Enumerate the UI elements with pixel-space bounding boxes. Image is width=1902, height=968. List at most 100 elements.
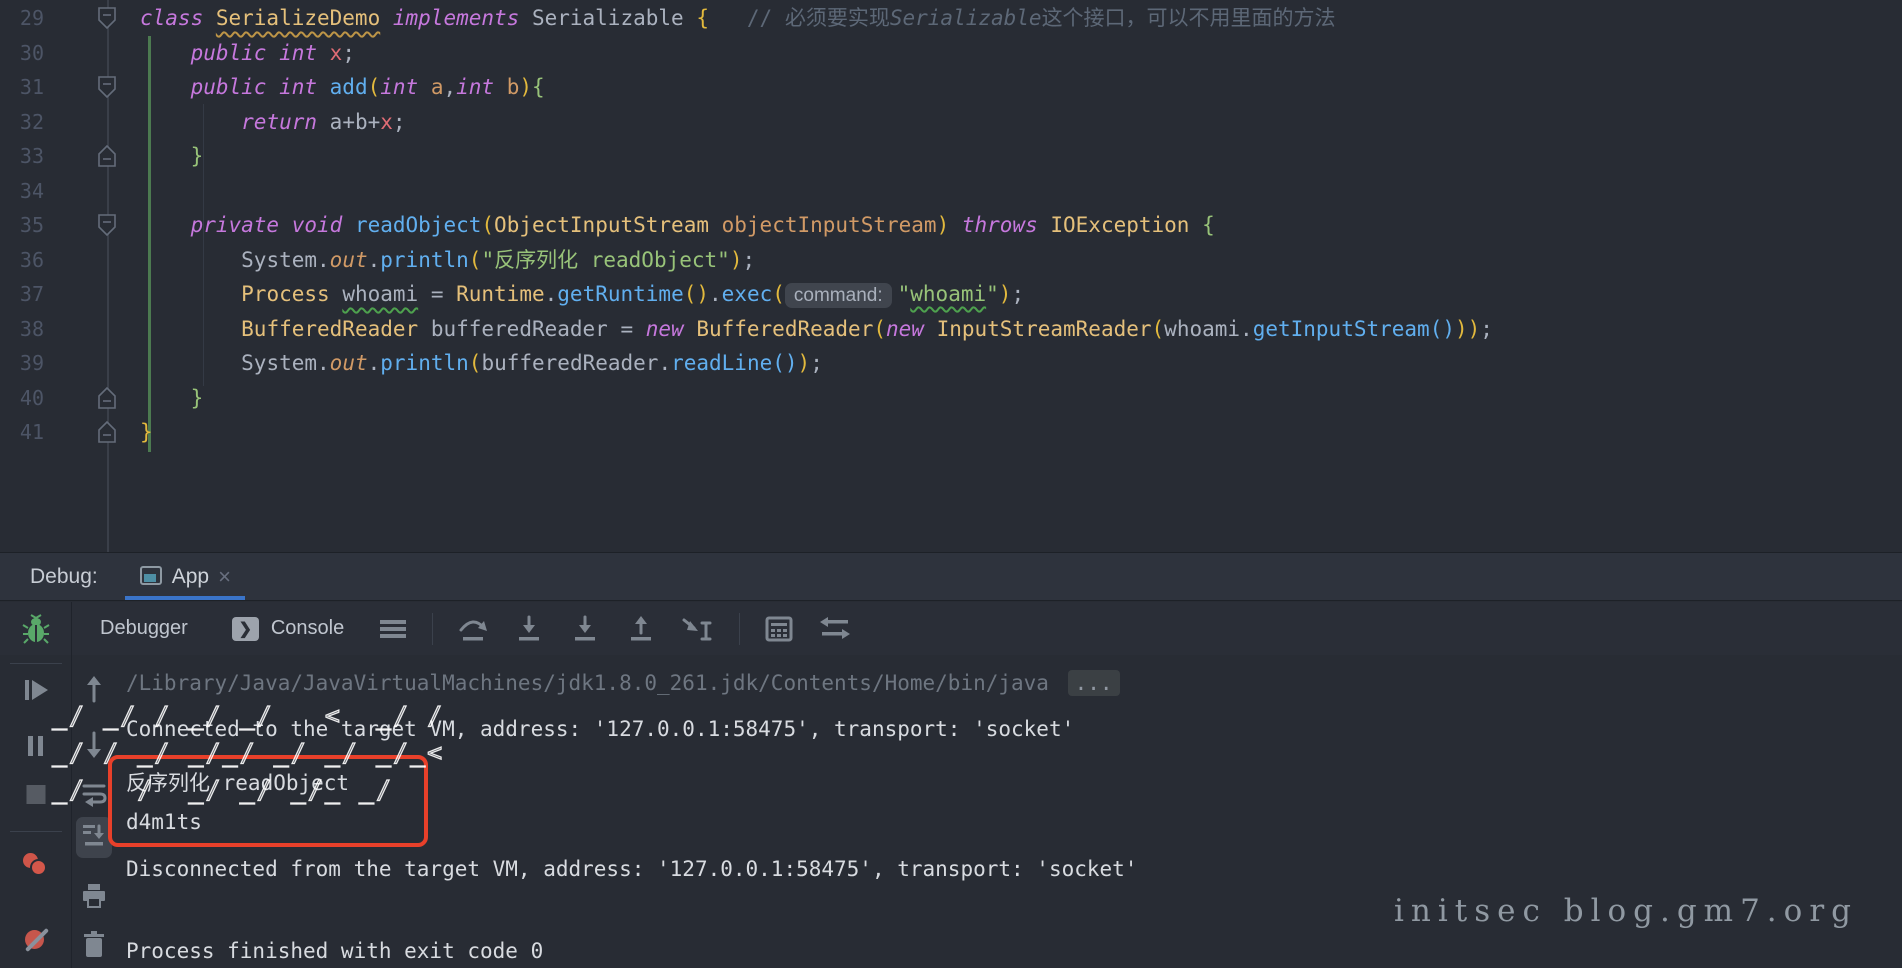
console-line-deserialize: 反序列化 readObject	[126, 767, 349, 797]
code-text: }	[140, 415, 153, 450]
pause-program-icon[interactable]	[24, 733, 48, 759]
soft-wrap-icon[interactable]	[80, 781, 108, 807]
line-number[interactable]: 38	[0, 312, 50, 347]
line-number[interactable]: 41	[0, 415, 50, 450]
tab-console-label: Console	[271, 617, 344, 640]
evaluate-expression-icon[interactable]	[764, 615, 794, 643]
debug-bug-icon	[22, 614, 50, 644]
code-line[interactable]: 37 Process whoami = Runtime.getRuntime()…	[0, 277, 1902, 312]
code-text: BufferedReader bufferedReader = new Buff…	[140, 312, 1493, 347]
fold-gutter	[50, 1, 128, 36]
line-number[interactable]: 35	[0, 208, 50, 243]
line-number[interactable]: 40	[0, 381, 50, 416]
clear-console-icon[interactable]	[82, 931, 106, 959]
scroll-to-end-icon[interactable]	[76, 817, 112, 858]
trace-settings-icon[interactable]	[818, 616, 852, 642]
debugger-controls-strip	[0, 655, 72, 968]
fold-gutter	[50, 105, 128, 140]
code-text: return a+b+x;	[140, 105, 406, 140]
code-editor[interactable]: 29 class SerializeDemo implements Serial…	[0, 0, 1902, 552]
fold-marker-icon[interactable]	[98, 387, 116, 409]
down-stack-icon[interactable]	[82, 731, 106, 759]
line-number[interactable]: 31	[0, 70, 50, 105]
fold-gutter	[50, 415, 128, 450]
separator	[432, 613, 433, 645]
console-line-disconnected: Disconnected from the target VM, address…	[126, 857, 1137, 881]
fold-gutter	[50, 36, 128, 71]
debug-panel-header: Debug: App ×	[0, 552, 1902, 601]
code-line[interactable]: 30 public int x;	[0, 36, 1902, 71]
fold-marker-icon[interactable]	[98, 145, 116, 167]
code-line[interactable]: 35 private void readObject(ObjectInputSt…	[0, 208, 1902, 243]
code-line[interactable]: 41 }	[0, 415, 1902, 450]
line-number[interactable]: 37	[0, 277, 50, 312]
code-text: public int add(int a,int b){	[140, 70, 545, 105]
separator	[10, 663, 62, 664]
console-line-whoami-result: d4m1ts	[126, 810, 202, 834]
code-line[interactable]: 31 public int add(int a,int b){	[0, 70, 1902, 105]
force-step-into-icon[interactable]	[569, 615, 601, 643]
layout-options-icon[interactable]	[378, 618, 408, 640]
code-text: class SerializeDemo implements Serializa…	[140, 1, 1336, 36]
debug-label: Debug:	[30, 565, 98, 589]
fold-marker-icon[interactable]	[98, 214, 116, 236]
debug-toolbar: Debugger ❯ Console	[0, 602, 1902, 655]
inline-parameter-hint: command:	[785, 283, 892, 308]
step-out-icon[interactable]	[625, 615, 657, 643]
fold-gutter	[50, 70, 128, 105]
close-icon[interactable]: ×	[218, 566, 231, 588]
line-number[interactable]: 33	[0, 139, 50, 174]
fold-gutter	[50, 381, 128, 416]
tab-app[interactable]: App ×	[125, 553, 245, 600]
mute-breakpoints-icon[interactable]	[23, 927, 49, 953]
separator	[10, 831, 62, 832]
terminal-icon: ❯	[232, 617, 259, 641]
line-number[interactable]: 32	[0, 105, 50, 140]
tab-debugger[interactable]: Debugger	[100, 602, 188, 655]
up-stack-icon[interactable]	[82, 675, 106, 703]
tab-app-label: App	[172, 565, 209, 589]
code-line[interactable]: 33 }	[0, 139, 1902, 174]
fold-gutter	[50, 243, 128, 278]
code-text: }	[140, 381, 203, 416]
run-to-cursor-icon[interactable]	[681, 615, 715, 643]
view-breakpoints-icon[interactable]	[23, 853, 49, 877]
tab-debugger-label: Debugger	[100, 617, 188, 640]
fold-gutter	[50, 208, 128, 243]
fold-marker-icon[interactable]	[98, 421, 116, 443]
step-into-icon[interactable]	[513, 615, 545, 643]
code-line[interactable]: 32 return a+b+x;	[0, 105, 1902, 140]
code-line[interactable]: 38 BufferedReader bufferedReader = new B…	[0, 312, 1902, 347]
fold-gutter	[50, 277, 128, 312]
code-lines: 29 class SerializeDemo implements Serial…	[0, 1, 1902, 450]
code-line[interactable]: 36 System.out.println("反序列化 readObject")…	[0, 243, 1902, 278]
code-line[interactable]: 29 class SerializeDemo implements Serial…	[0, 1, 1902, 36]
step-over-icon[interactable]	[457, 615, 489, 643]
print-icon[interactable]	[80, 883, 108, 909]
line-number[interactable]: 30	[0, 36, 50, 71]
line-number[interactable]: 39	[0, 346, 50, 381]
code-line[interactable]: 34	[0, 174, 1902, 209]
fold-gutter	[50, 174, 128, 209]
fold-gutter	[50, 139, 128, 174]
separator	[739, 613, 740, 645]
resume-program-icon[interactable]	[22, 677, 50, 703]
line-number[interactable]: 36	[0, 243, 50, 278]
ide-window: 29 class SerializeDemo implements Serial…	[0, 0, 1902, 968]
code-line[interactable]: 40 }	[0, 381, 1902, 416]
code-text: System.out.println(bufferedReader.readLi…	[140, 346, 823, 381]
stop-icon[interactable]	[26, 785, 45, 804]
fold-marker-icon[interactable]	[98, 7, 116, 29]
code-line[interactable]: 39 System.out.println(bufferedReader.rea…	[0, 346, 1902, 381]
console-line-java-path: /Library/Java/JavaVirtualMachines/jdk1.8…	[126, 671, 1120, 695]
console-output[interactable]: /Library/Java/JavaVirtualMachines/jdk1.8…	[116, 655, 1616, 968]
fold-marker-icon[interactable]	[98, 76, 116, 98]
console-line-connected: Connected to the target VM, address: '12…	[126, 717, 1074, 741]
code-text: public int x;	[140, 36, 355, 71]
line-number[interactable]: 29	[0, 1, 50, 36]
line-number[interactable]: 34	[0, 174, 50, 209]
code-text: }	[140, 139, 203, 174]
tab-console[interactable]: ❯ Console	[232, 602, 344, 655]
expand-command-chip[interactable]: ...	[1068, 670, 1120, 696]
code-text: System.out.println("反序列化 readObject");	[140, 243, 755, 278]
